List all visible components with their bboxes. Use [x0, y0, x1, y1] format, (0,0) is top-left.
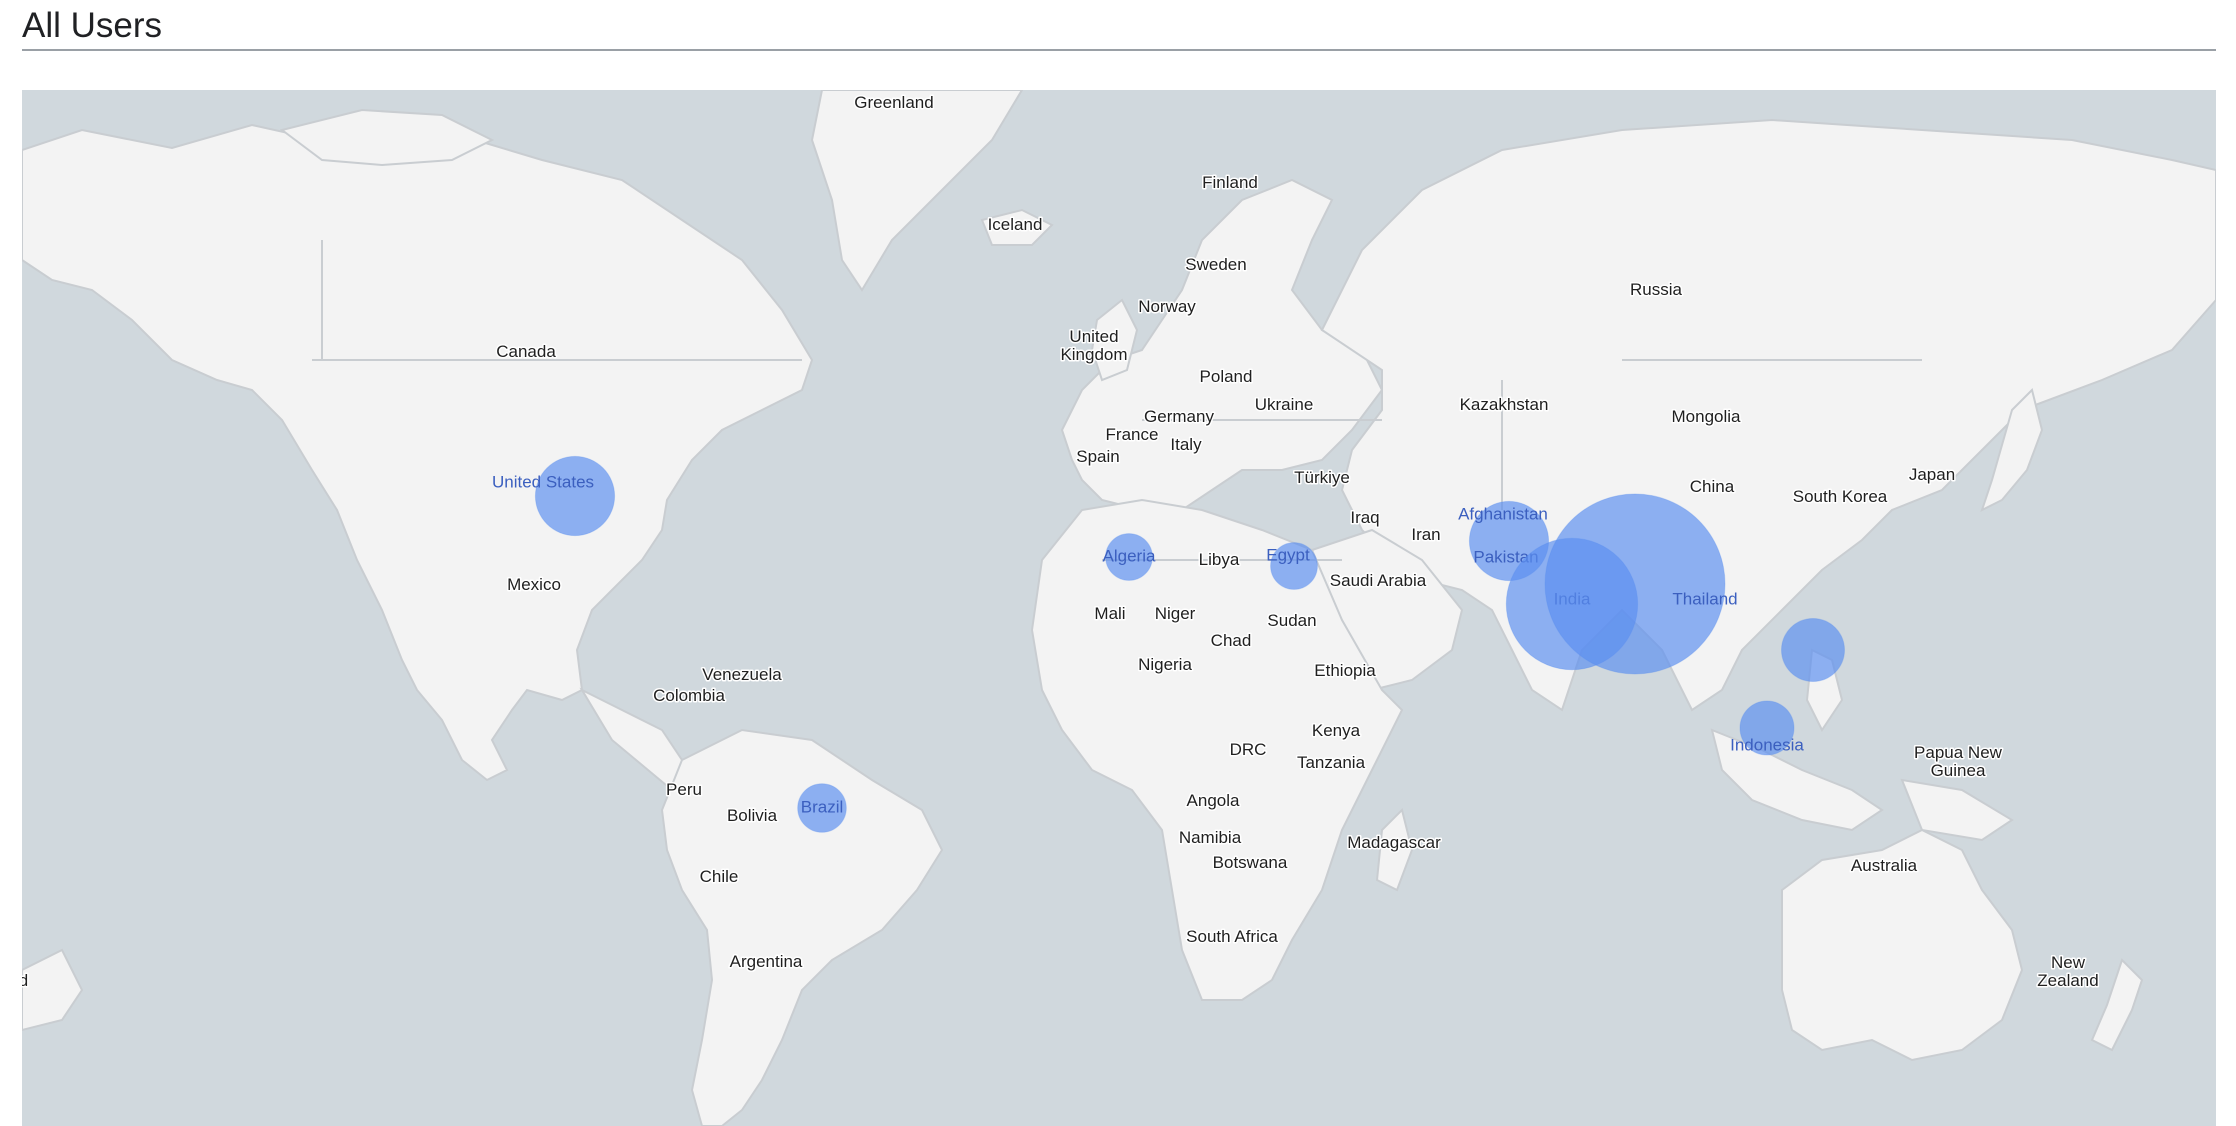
place-label: Peru: [666, 780, 702, 799]
place-label: Papua New: [1914, 743, 2003, 762]
place-label: Kingdom: [1060, 345, 1127, 364]
place-label: Ukraine: [1255, 395, 1314, 414]
bubble-thailand[interactable]: [1544, 493, 1726, 675]
place-label: Colombia: [653, 686, 725, 705]
place-label: Finland: [1202, 173, 1258, 192]
place-label: Kazakhstan: [1460, 395, 1549, 414]
bubble-label-egypt: Egypt: [1266, 545, 1310, 564]
place-label: France: [1106, 425, 1159, 444]
place-label: Spain: [1076, 447, 1119, 466]
place-label: Iceland: [988, 215, 1043, 234]
place-label: Norway: [1138, 297, 1196, 316]
place-label: Madagascar: [1347, 833, 1441, 852]
bubble-label-brazil: Brazil: [801, 797, 844, 816]
place-label: Bolivia: [727, 806, 778, 825]
place-label: Ethiopia: [1314, 661, 1376, 680]
place-label: Iraq: [1350, 508, 1379, 527]
place-label: and: [22, 971, 28, 990]
place-label: Italy: [1170, 435, 1202, 454]
place-label: Greenland: [854, 93, 933, 112]
bubble-united-states[interactable]: [534, 455, 616, 537]
map-canvas[interactable]: Greenland Finland Iceland Sweden Norway Russi…: [22, 90, 2216, 1126]
place-label: Zealand: [2037, 971, 2098, 990]
place-label: Venezuela: [702, 665, 782, 684]
place-label: Türkiye: [1294, 468, 1350, 487]
place-label: New: [2051, 953, 2086, 972]
bubble-label-united-states: United States: [492, 472, 594, 491]
place-label: Namibia: [1179, 828, 1242, 847]
place-label: Chad: [1211, 631, 1252, 650]
place-label: Canada: [496, 342, 556, 361]
bubble-label-afghanistan: Afghanistan: [1458, 504, 1548, 523]
place-label: Libya: [1199, 550, 1240, 569]
place-label: Mali: [1094, 604, 1125, 623]
place-label: South Korea: [1793, 487, 1888, 506]
title-divider: [22, 49, 2216, 51]
place-label: Botswana: [1213, 853, 1288, 872]
place-label: Sudan: [1267, 611, 1316, 630]
place-label: Japan: [1909, 465, 1955, 484]
place-label: Sweden: [1185, 255, 1246, 274]
place-label: Germany: [1144, 407, 1214, 426]
place-label: Saudi Arabia: [1330, 571, 1427, 590]
place-label: Argentina: [730, 952, 803, 971]
place-label: Angola: [1187, 791, 1240, 810]
place-label: Mongolia: [1672, 407, 1742, 426]
place-label: Nigeria: [1138, 655, 1192, 674]
place-label: Australia: [1851, 856, 1918, 875]
bubble-label-algeria: Algeria: [1103, 546, 1156, 565]
place-label: Guinea: [1931, 761, 1986, 780]
place-label: South Africa: [1186, 927, 1278, 946]
place-label: Chile: [700, 867, 739, 886]
place-label: Tanzania: [1297, 753, 1366, 772]
place-label: Niger: [1155, 604, 1196, 623]
place-label: Poland: [1200, 367, 1253, 386]
bubble-philippines[interactable]: [1781, 618, 1845, 682]
place-label: DRC: [1230, 740, 1267, 759]
place-label: Iran: [1411, 525, 1440, 544]
bubble-label-indonesia: Indonesia: [1730, 735, 1804, 754]
place-label: Kenya: [1312, 721, 1361, 740]
place-label: China: [1690, 477, 1735, 496]
page-title: All Users: [22, 6, 163, 45]
place-label: United: [1069, 327, 1118, 346]
geo-map[interactable]: Greenland Finland Iceland Sweden Norway Russi…: [22, 90, 2216, 1126]
place-label: Mexico: [507, 575, 561, 594]
place-label: Russia: [1630, 280, 1683, 299]
bubble-label-thailand: Thailand: [1672, 589, 1737, 608]
